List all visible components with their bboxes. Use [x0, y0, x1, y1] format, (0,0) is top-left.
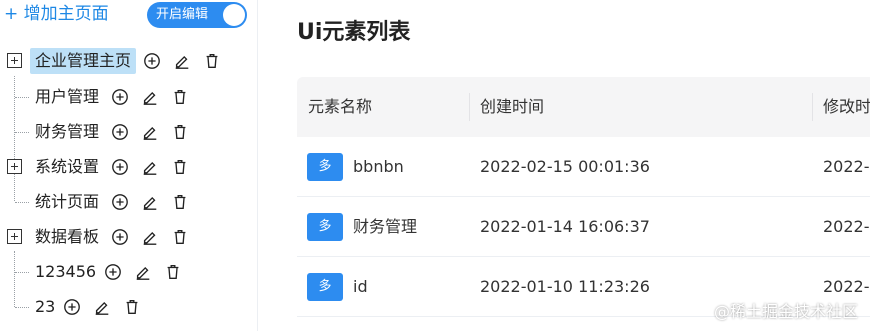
tree-node-label[interactable]: 数据看板: [30, 224, 104, 250]
element-type-badge: 多: [307, 153, 343, 181]
tree-node[interactable]: 统计页面: [0, 187, 200, 217]
add-circle-icon[interactable]: [110, 227, 130, 247]
column-header-created[interactable]: 创建时间: [480, 77, 544, 137]
edit-pencil-icon[interactable]: [133, 262, 153, 282]
tree-node[interactable]: 财务管理: [0, 117, 200, 147]
trash-icon[interactable]: [170, 87, 190, 107]
node-actions: [62, 297, 152, 317]
element-type-badge: 多: [307, 213, 343, 241]
element-name-cell: 财务管理: [353, 217, 418, 236]
page-title: Ui元素列表: [297, 20, 411, 45]
created-time-cell: 2022-02-15 00:01:36: [480, 157, 650, 176]
column-header-modified[interactable]: 修改时: [823, 77, 870, 137]
expand-plus-icon[interactable]: [7, 53, 22, 68]
table-row[interactable]: 多 财务管理 2022-01-14 16:06:37 2022-0: [297, 197, 870, 257]
trash-icon[interactable]: [202, 51, 222, 71]
edit-pencil-icon[interactable]: [92, 297, 112, 317]
node-actions: [110, 157, 200, 177]
trash-icon[interactable]: [170, 227, 190, 247]
table-row[interactable]: 多 bbnbn 2022-02-15 00:01:36 2022-0: [297, 137, 870, 197]
created-time-cell: 2022-01-14 16:06:37: [480, 217, 650, 236]
toggle-knob: [223, 4, 245, 26]
edit-pencil-icon[interactable]: [172, 51, 192, 71]
add-circle-icon[interactable]: [62, 297, 82, 317]
element-name-cell: bbnbn: [353, 157, 404, 176]
tree-node-label[interactable]: 123456: [30, 259, 101, 285]
modified-time-cell: 2022-0: [823, 217, 870, 236]
tree-node[interactable]: 用户管理: [0, 82, 200, 112]
tree-node[interactable]: 23: [0, 292, 152, 322]
node-actions: [142, 51, 232, 71]
edit-pencil-icon[interactable]: [140, 87, 160, 107]
node-actions: [110, 227, 200, 247]
tree-node-label[interactable]: 企业管理主页: [30, 48, 137, 74]
add-circle-icon[interactable]: [110, 157, 130, 177]
edit-pencil-icon[interactable]: [140, 192, 160, 212]
column-divider: [812, 93, 813, 121]
tree-node-label[interactable]: 23: [30, 294, 60, 320]
node-actions: [110, 87, 200, 107]
column-header-name[interactable]: 元素名称: [308, 77, 372, 137]
trash-icon[interactable]: [170, 122, 190, 142]
trash-icon[interactable]: [170, 157, 190, 177]
expand-plus-icon[interactable]: [7, 159, 22, 174]
page-tree-panel: + 增加主页面 开启编辑 企业管理主页 用户管理 财务管理 系统设置 统计页面 …: [0, 0, 258, 331]
edit-pencil-icon[interactable]: [140, 157, 160, 177]
edit-mode-toggle[interactable]: 开启编辑: [147, 2, 247, 28]
modified-time-cell: 2022-0: [823, 157, 870, 176]
edit-pencil-icon[interactable]: [140, 227, 160, 247]
add-circle-icon[interactable]: [142, 51, 162, 71]
node-actions: [110, 192, 200, 212]
edit-pencil-icon[interactable]: [140, 122, 160, 142]
node-actions: [103, 262, 193, 282]
element-name-cell: id: [353, 277, 368, 296]
element-type-badge: 多: [307, 273, 343, 301]
tree-node-label[interactable]: 用户管理: [30, 84, 104, 110]
edit-toggle-label: 开启编辑: [156, 7, 209, 22]
tree-node-label[interactable]: 统计页面: [30, 189, 104, 215]
tree-node[interactable]: 123456: [0, 257, 193, 287]
trash-icon[interactable]: [163, 262, 183, 282]
tree-node[interactable]: 数据看板: [0, 222, 200, 252]
tree-node-label[interactable]: 系统设置: [30, 154, 104, 180]
add-circle-icon[interactable]: [103, 262, 123, 282]
expand-plus-icon[interactable]: [7, 229, 22, 244]
ui-element-table: 元素名称 创建时间 修改时 多 bbnbn 2022-02-15 00:01:3…: [297, 77, 870, 317]
table-header: 元素名称 创建时间 修改时: [297, 77, 870, 137]
add-circle-icon[interactable]: [110, 122, 130, 142]
tree-node[interactable]: 系统设置: [0, 152, 200, 182]
node-actions: [110, 122, 200, 142]
add-circle-icon[interactable]: [110, 87, 130, 107]
column-divider: [469, 93, 470, 121]
main-content: Ui元素列表 元素名称 创建时间 修改时 多 bbnbn 2022-02-15 …: [259, 0, 870, 331]
created-time-cell: 2022-01-10 11:23:26: [480, 277, 650, 296]
trash-icon[interactable]: [170, 192, 190, 212]
trash-icon[interactable]: [122, 297, 142, 317]
tree-node-label[interactable]: 财务管理: [30, 119, 104, 145]
watermark: @稀土掘金技术社区: [713, 302, 858, 321]
add-main-page-link[interactable]: + 增加主页面: [4, 2, 109, 26]
tree-node[interactable]: 企业管理主页: [0, 46, 232, 76]
add-circle-icon[interactable]: [110, 192, 130, 212]
